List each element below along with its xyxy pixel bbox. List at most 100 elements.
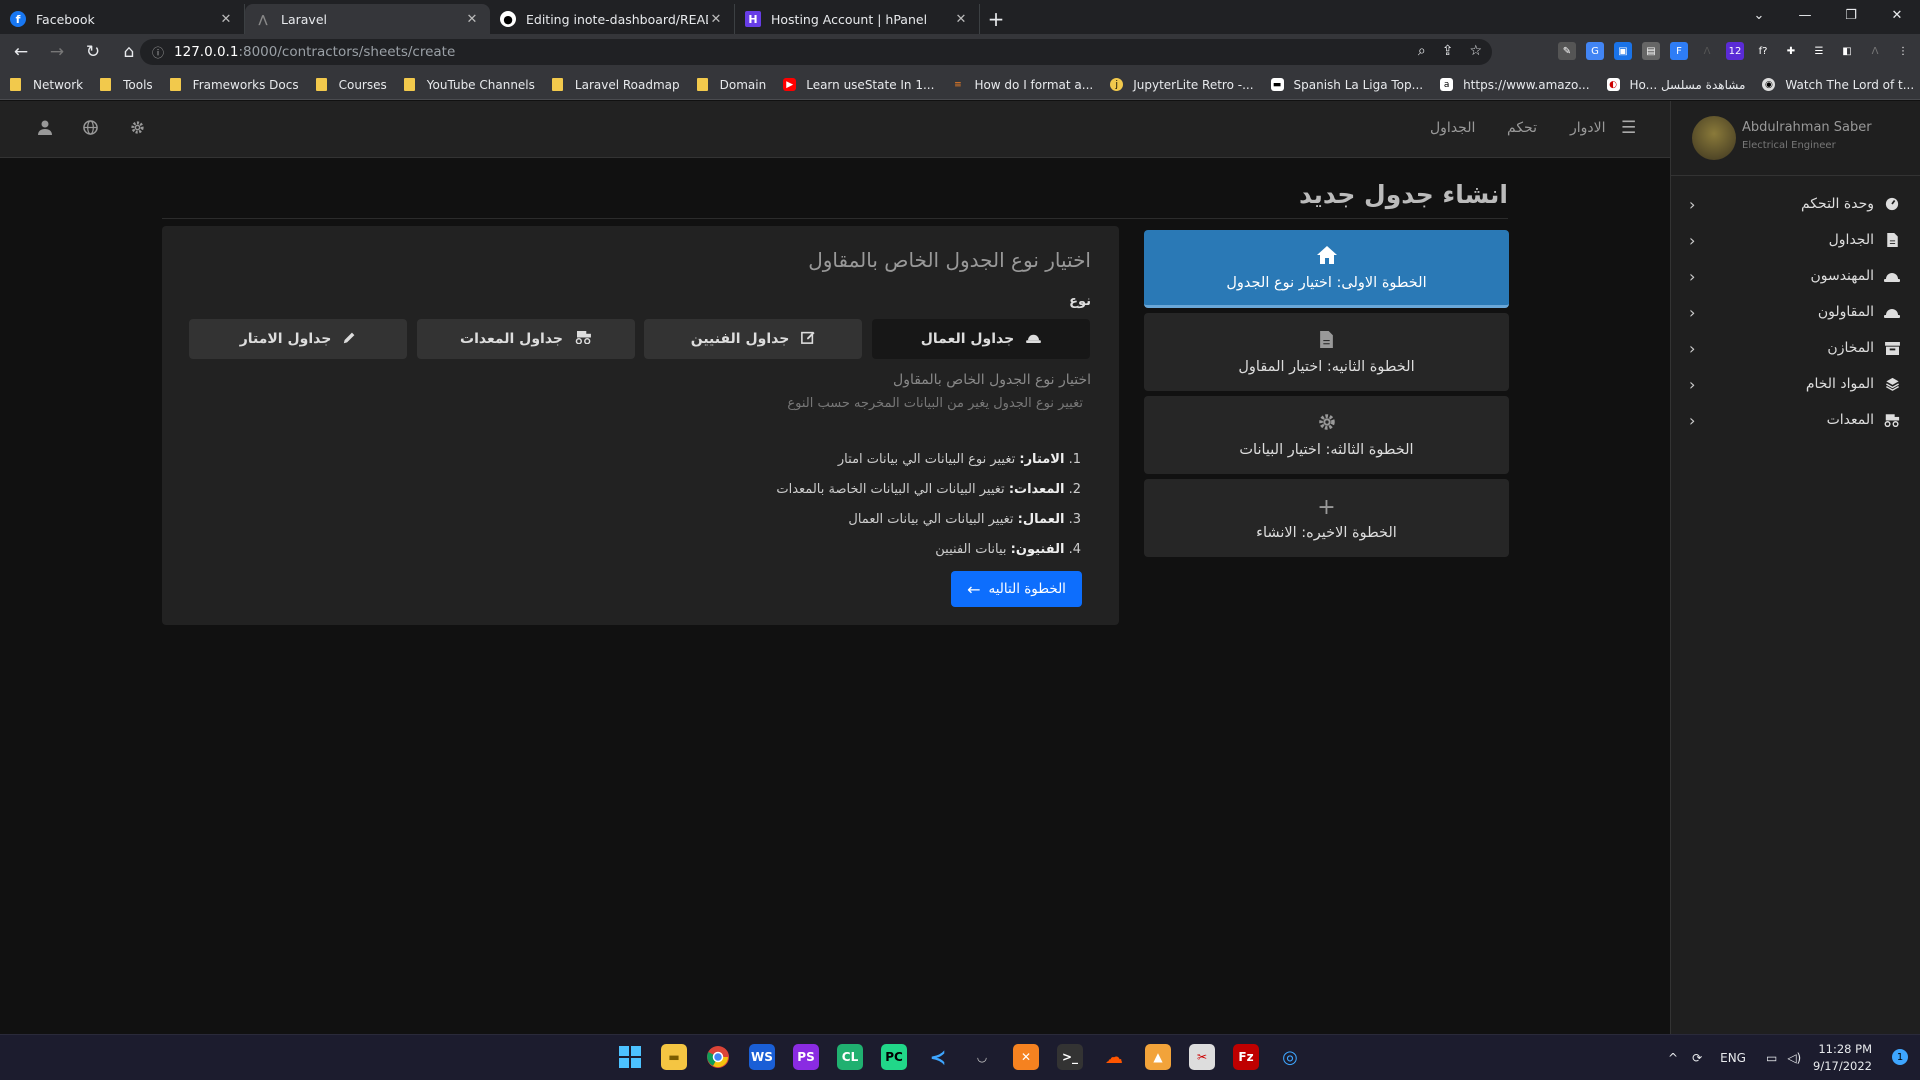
step-3[interactable]: الخطوة الثالثه: اختيار البيانات [1144,396,1509,474]
technicians-tables-button[interactable]: جداول الفنيين [644,319,862,359]
bookmark-link[interactable]: ▶ Learn useState In 1... [783,78,934,92]
sync-icon[interactable]: ⟳ [1692,1051,1702,1065]
bookmark-folder[interactable]: Network [10,78,83,92]
reading-list-icon[interactable]: ☰ [1810,42,1828,60]
nav-tables[interactable]: الجداول [1430,120,1475,136]
sidebar-item-warehouses[interactable]: المخازن ‹ [1671,330,1920,366]
close-tab-icon[interactable]: ✕ [708,12,724,27]
close-tab-icon[interactable]: ✕ [218,12,234,27]
tab-search-icon[interactable]: ⌄ [1736,0,1782,30]
sidebar-item-tables[interactable]: الجداول ‹ [1671,222,1920,258]
phpstorm-icon[interactable]: PS [793,1044,819,1070]
reload-button[interactable]: ↻ [78,37,108,67]
tab-github[interactable]: ● Editing inote-dashboard/READM ✕ [490,4,735,34]
sidebar-item-raw-materials[interactable]: المواد الخام ‹ [1671,366,1920,402]
extension-icon[interactable]: ▣ [1614,42,1632,60]
network-icon[interactable]: ▭ [1766,1051,1777,1065]
bookmark-star-icon[interactable]: ☆ [1469,43,1482,59]
helmet-icon [1026,331,1042,347]
bookmark-folder[interactable]: Courses [315,78,387,92]
new-tab-button[interactable]: + [980,4,1012,34]
user-icon[interactable] [38,120,52,139]
terminal-icon[interactable]: >_ [1057,1044,1083,1070]
step-2[interactable]: الخطوة الثانيه: اختيار المقاول [1144,313,1509,391]
workers-tables-button[interactable]: جداول العمال [872,319,1090,359]
meters-tables-button[interactable]: جداول الامتار [189,319,407,359]
clock[interactable]: 11:28 PM 9/17/2022 [1813,1041,1872,1075]
close-tab-icon[interactable]: ✕ [953,12,969,27]
bookmark-link[interactable]: ≡ How do I format a... [951,78,1093,92]
extension-icon[interactable]: F [1670,42,1688,60]
profile-icon[interactable]: Λ [1866,42,1884,60]
sidebar-item-contractors[interactable]: المقاولون ‹ [1671,294,1920,330]
chrome-icon[interactable] [705,1044,731,1070]
windows-start-icon[interactable] [617,1044,643,1070]
close-window-button[interactable]: ✕ [1874,0,1920,30]
translate-icon[interactable]: G [1586,42,1604,60]
extension-icon[interactable]: Λ [1698,42,1716,60]
bookmark-folder[interactable]: Frameworks Docs [169,77,299,92]
notification-badge[interactable]: 1 [1892,1049,1908,1065]
site-info-icon[interactable]: ⓘ [152,44,164,61]
sidebar-item-equipment[interactable]: المعدات ‹ [1671,402,1920,438]
settings-gear-icon[interactable] [130,120,145,139]
vscode-icon[interactable]: ≺ [925,1044,951,1070]
extension-icon[interactable]: 12 [1726,42,1744,60]
sidebar-item-label: المقاولون [1817,304,1874,320]
app-icon[interactable]: ◡ [969,1044,995,1070]
puzzle-icon[interactable]: ✚ [1782,42,1800,60]
bookmark-link[interactable]: a https://www.amazo... [1440,78,1590,92]
bookmark-label: Frameworks Docs [192,77,299,92]
clion-icon[interactable]: CL [837,1044,863,1070]
equipment-tables-button[interactable]: جداول المعدات [417,319,635,359]
step-1[interactable]: الخطوة الاولى: اختيار نوع الجدول [1144,230,1509,308]
address-bar[interactable]: ⓘ 127.0.0.1:8000/contractors/sheets/crea… [140,39,1492,65]
folder-icon [403,78,415,91]
webstorm-icon[interactable]: WS [749,1044,775,1070]
extension-icon[interactable]: ▤ [1642,42,1660,60]
close-tab-icon[interactable]: ✕ [464,12,480,27]
nav-roles[interactable]: الادوار [1570,120,1606,136]
bookmark-link[interactable]: ◉ Watch The Lord of t... [1762,78,1914,92]
soundcloud-icon[interactable]: ☁ [1101,1044,1127,1070]
snipping-tool-icon[interactable]: ✂ [1189,1044,1215,1070]
app-icon[interactable]: ▲ [1145,1044,1171,1070]
extension-icon[interactable]: f? [1754,42,1772,60]
sidebar-item-engineers[interactable]: المهندسون ‹ [1671,258,1920,294]
bookmark-link[interactable]: j JupyterLite Retro -... [1110,78,1254,92]
app-icon[interactable]: ◎ [1277,1044,1303,1070]
language-indicator[interactable]: ENG [1720,1051,1746,1065]
side-panel-icon[interactable]: ◧ [1838,42,1856,60]
zoom-icon[interactable]: ⌕ [1418,43,1426,59]
share-icon[interactable]: ⇪ [1442,43,1454,59]
xampp-icon[interactable]: ✕ [1013,1044,1039,1070]
globe-icon[interactable] [83,120,98,139]
tab-facebook[interactable]: f Facebook ✕ [0,4,245,34]
bookmark-link[interactable]: ◐ Ho... مشاهدة مسلسل [1606,78,1745,92]
chevron-left-icon: ‹ [1689,338,1696,358]
bookmark-folder[interactable]: YouTube Channels [403,78,535,92]
bookmark-folder[interactable]: Domain [696,78,766,92]
volume-icon[interactable]: ◁) [1787,1051,1801,1065]
chevron-up-icon[interactable]: ^ [1668,1051,1678,1065]
file-explorer-icon[interactable]: ▬ [661,1044,687,1070]
pycharm-icon[interactable]: PC [881,1044,907,1070]
extension-icon[interactable]: ✎ [1558,42,1576,60]
filezilla-icon[interactable]: Fz [1233,1044,1259,1070]
sidebar-item-dashboard[interactable]: وحدة التحكم ‹ [1671,186,1920,222]
bookmark-folder[interactable]: Laravel Roadmap [551,78,680,92]
minimize-button[interactable]: — [1782,0,1828,30]
hamburger-menu-icon[interactable]: ☰ [1621,118,1636,138]
forward-button[interactable]: → [42,37,72,67]
step-4[interactable]: + الخطوة الاخيره: الانشاء [1144,479,1509,557]
next-step-button[interactable]: الخطوة التاليه ← [951,571,1082,607]
bookmark-link[interactable]: ▬ Spanish La Liga Top... [1270,78,1423,92]
tab-laravel[interactable]: ⋀ Laravel ✕ [245,4,490,34]
user-profile[interactable]: Abdulrahman Saber Electrical Engineer [1671,101,1920,176]
tab-hpanel[interactable]: H Hosting Account | hPanel ✕ [735,4,980,34]
nav-control[interactable]: تحكم [1507,120,1537,136]
bookmark-folder[interactable]: Tools [100,78,153,92]
back-button[interactable]: ← [6,37,36,67]
restore-button[interactable]: ❐ [1828,0,1874,30]
menu-kebab-icon[interactable]: ⋮ [1894,42,1912,60]
